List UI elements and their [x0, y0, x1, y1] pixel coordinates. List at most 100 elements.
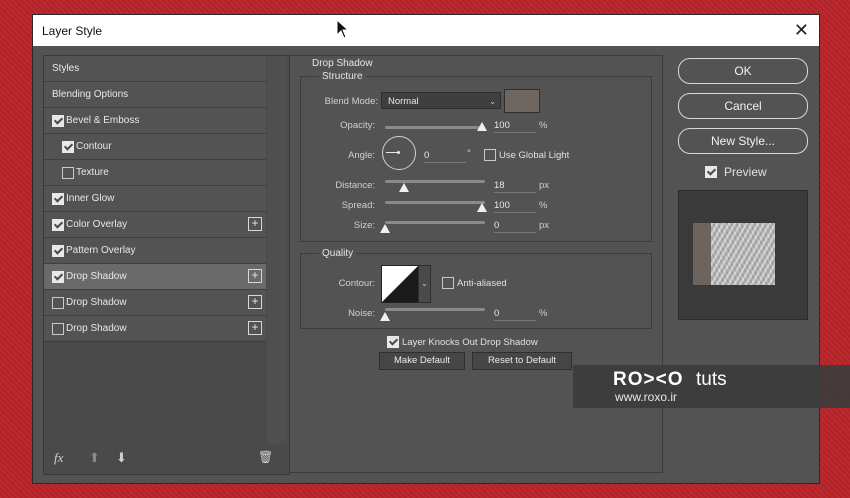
opacity-unit: % — [539, 120, 548, 131]
drop-shadow-settings: Drop Shadow Structure Blend Mode: Normal… — [289, 55, 663, 473]
angle-dial-center — [397, 151, 400, 154]
styles-scrollbar[interactable] — [267, 56, 287, 444]
preview-thumbnail — [693, 223, 775, 285]
preview-checkbox[interactable] — [705, 166, 717, 178]
style-item-label: Contour — [76, 141, 112, 152]
distance-unit: px — [539, 180, 550, 191]
style-item-styles[interactable]: Styles — [44, 56, 266, 82]
styles-toolbar: fx ⬆ ⬇ 🗑 — [44, 444, 289, 474]
size-input[interactable]: 0 — [494, 219, 536, 233]
style-item-label: Texture — [76, 167, 109, 178]
style-item-checkbox[interactable] — [52, 245, 64, 257]
noise-input[interactable]: 0 — [494, 307, 536, 321]
add-style-icon[interactable]: + — [248, 269, 262, 283]
move-down-icon[interactable]: ⬇ — [116, 450, 127, 466]
quality-title: Quality — [319, 248, 357, 259]
drop-shadow-title: Drop Shadow — [309, 58, 376, 69]
watermark-brand: RO><O — [613, 369, 684, 390]
style-item-inner-glow[interactable]: Inner Glow — [44, 186, 266, 212]
style-item-label: Bevel & Emboss — [66, 115, 140, 126]
opacity-slider-track[interactable] — [385, 126, 485, 129]
watermark-url: www.roxo.ir — [615, 390, 678, 404]
style-item-contour[interactable]: Contour — [44, 134, 266, 160]
style-item-pattern-overlay[interactable]: Pattern Overlay — [44, 238, 266, 264]
contour-label: Contour: — [338, 278, 375, 289]
reset-to-default-button[interactable]: Reset to Default — [472, 352, 572, 370]
angle-unit: ° — [467, 148, 471, 159]
spread-slider-thumb[interactable] — [477, 203, 487, 212]
add-style-icon[interactable]: + — [248, 295, 262, 309]
spread-input[interactable]: 100 — [494, 199, 536, 213]
noise-label: Noise: — [348, 308, 375, 319]
angle-dial[interactable] — [382, 136, 416, 170]
anti-aliased-label: Anti-aliased — [457, 278, 507, 289]
ok-button[interactable]: OK — [678, 58, 808, 84]
blend-mode-label: Blend Mode: — [324, 96, 378, 107]
shadow-color-swatch[interactable] — [504, 89, 540, 113]
anti-aliased-checkbox[interactable] — [442, 277, 454, 289]
spread-label: Spread: — [341, 200, 375, 211]
opacity-label: Opacity: — [340, 120, 375, 131]
opacity-slider-thumb[interactable] — [477, 122, 487, 131]
style-item-label: Drop Shadow — [66, 271, 127, 282]
add-style-icon[interactable]: + — [248, 217, 262, 231]
watermark: RO><O tuts www.roxo.ir — [573, 365, 850, 408]
size-slider-thumb[interactable] — [380, 224, 390, 233]
angle-label: Angle: — [348, 150, 375, 161]
styles-panel: Styles Blending Options Bevel & Emboss Cont… — [43, 55, 290, 475]
layer-knocks-out-checkbox[interactable] — [387, 336, 399, 348]
size-label: Size: — [353, 220, 375, 231]
spread-slider-track[interactable] — [385, 201, 485, 204]
contour-preview[interactable] — [381, 265, 419, 303]
style-item-checkbox[interactable] — [62, 141, 74, 153]
structure-title: Structure — [319, 71, 366, 82]
style-item-bevel-emboss[interactable]: Bevel & Emboss — [44, 108, 266, 134]
noise-slider-track[interactable] — [385, 308, 485, 311]
style-item-checkbox[interactable] — [52, 193, 64, 205]
title-bar: Layer Style ✕ — [33, 15, 819, 46]
style-item-label: Pattern Overlay — [66, 245, 136, 256]
preview-fur-texture — [711, 223, 775, 285]
new-style-button[interactable]: New Style... — [678, 128, 808, 154]
trash-icon[interactable]: 🗑 — [258, 450, 273, 464]
style-item-drop-shadow[interactable]: Drop Shadow + — [44, 290, 266, 316]
style-item-drop-shadow[interactable]: Drop Shadow + — [44, 316, 266, 342]
style-item-checkbox[interactable] — [52, 271, 64, 283]
cancel-button[interactable]: Cancel — [678, 93, 808, 119]
style-item-blending-options[interactable]: Blending Options — [44, 82, 266, 108]
opacity-input[interactable]: 100 — [494, 119, 536, 133]
window-title: Layer Style — [42, 24, 103, 38]
size-slider-track[interactable] — [385, 221, 485, 224]
distance-input[interactable]: 18 — [494, 179, 536, 193]
style-preview — [678, 190, 808, 320]
noise-slider-thumb[interactable] — [380, 312, 390, 321]
distance-slider-thumb[interactable] — [399, 183, 409, 192]
style-item-drop-shadow[interactable]: Drop Shadow + — [44, 264, 266, 290]
use-global-light-checkbox[interactable] — [484, 149, 496, 161]
angle-input[interactable]: 0 — [424, 149, 466, 163]
chevron-down-icon: ⌄ — [489, 97, 496, 106]
styles-list: Styles Blending Options Bevel & Emboss Cont… — [44, 56, 266, 342]
style-item-checkbox[interactable] — [52, 115, 64, 127]
style-item-checkbox[interactable] — [52, 323, 64, 335]
noise-unit: % — [539, 308, 548, 319]
style-item-label: Styles — [52, 63, 80, 74]
style-item-checkbox[interactable] — [52, 219, 64, 231]
spread-unit: % — [539, 200, 548, 211]
make-default-button[interactable]: Make Default — [379, 352, 465, 370]
style-item-color-overlay[interactable]: Color Overlay + — [44, 212, 266, 238]
blend-mode-value: Normal — [388, 96, 419, 107]
move-up-icon[interactable]: ⬆ — [89, 450, 100, 466]
size-unit: px — [539, 220, 550, 231]
style-item-label: Blending Options — [52, 89, 129, 100]
blend-mode-select[interactable]: Normal ⌄ — [381, 92, 501, 109]
add-style-icon[interactable]: + — [248, 321, 262, 335]
style-item-checkbox[interactable] — [62, 167, 74, 179]
style-item-checkbox[interactable] — [52, 297, 64, 309]
close-icon[interactable]: ✕ — [794, 20, 809, 41]
fx-icon[interactable]: fx — [54, 450, 63, 466]
style-item-label: Inner Glow — [66, 193, 115, 204]
contour-dropdown[interactable]: ⌄ — [418, 265, 431, 303]
use-global-light-label: Use Global Light — [499, 150, 570, 161]
style-item-texture[interactable]: Texture — [44, 160, 266, 186]
